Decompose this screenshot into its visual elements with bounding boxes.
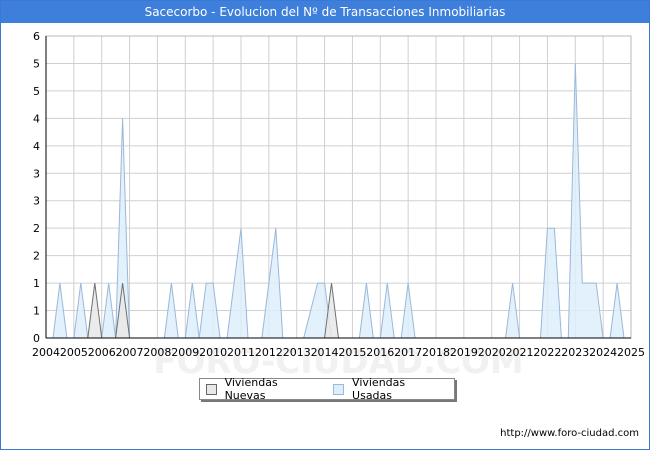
x-tick-label: 2010 [199, 346, 227, 359]
x-tick-label: 2015 [338, 346, 366, 359]
y-tick-label: 2 [33, 250, 40, 263]
x-tick-label: 2019 [450, 346, 478, 359]
x-tick-label: 2013 [283, 346, 311, 359]
legend: Viviendas Nuevas Viviendas Usadas [199, 376, 455, 402]
x-tick-label: 2020 [478, 346, 506, 359]
y-tick-label: 0 [33, 332, 40, 345]
x-tick-label: 2022 [533, 346, 561, 359]
x-tick-label: 2016 [366, 346, 394, 359]
x-tick-label: 2014 [311, 346, 339, 359]
y-tick-labels: 0 1 1 2 2 3 3 4 4 5 5 6 [33, 30, 40, 345]
y-tick-label: 4 [33, 140, 40, 153]
x-tick-label: 2008 [143, 346, 171, 359]
legend-item-nuevas: Viviendas Nuevas [206, 376, 317, 402]
x-tick-label: 2021 [506, 346, 534, 359]
x-tick-labels: 2004 2005 2006 2007 2008 2009 2010 2011 2012 2013… [32, 346, 645, 359]
x-tick-label: 2011 [227, 346, 255, 359]
series-usadas-peak [539, 227, 562, 339]
x-tick-label: 2006 [88, 346, 116, 359]
legend-label-usadas: Viviendas Usadas [352, 376, 406, 402]
y-tick-label: 1 [33, 305, 40, 318]
x-tick-label: 2004 [32, 346, 60, 359]
x-tick-label: 2012 [255, 346, 283, 359]
x-tick-label: 2017 [394, 346, 422, 359]
legend-swatch-nuevas [206, 383, 217, 395]
y-tick-label: 1 [33, 277, 40, 290]
y-tick-label: 2 [33, 222, 40, 235]
series-usadas-peak [198, 282, 221, 339]
x-tick-label: 2007 [116, 346, 144, 359]
y-tick-label: 5 [33, 85, 40, 98]
x-tick-label: 2018 [422, 346, 450, 359]
x-tick-label: 2009 [171, 346, 199, 359]
x-tick-label: 2025 [617, 346, 645, 359]
chart-frame: Sacecorbo - Evolucion del Nº de Transacc… [0, 0, 650, 450]
y-tick-label: 3 [33, 195, 40, 208]
legend-swatch-usadas [333, 383, 345, 395]
legend-item-usadas: Viviendas Usadas [333, 376, 444, 402]
y-tick-label: 3 [33, 167, 40, 180]
x-tick-label: 2005 [60, 346, 88, 359]
source-url[interactable]: http://www.foro-ciudad.com [500, 428, 639, 439]
legend-label-nuevas: Viviendas Nuevas [224, 376, 278, 402]
x-tick-label: 2024 [589, 346, 617, 359]
y-tick-label: 4 [33, 112, 40, 125]
y-tick-label: 5 [33, 57, 40, 70]
y-tick-label: 6 [33, 30, 40, 43]
x-tick-label: 2023 [561, 346, 589, 359]
